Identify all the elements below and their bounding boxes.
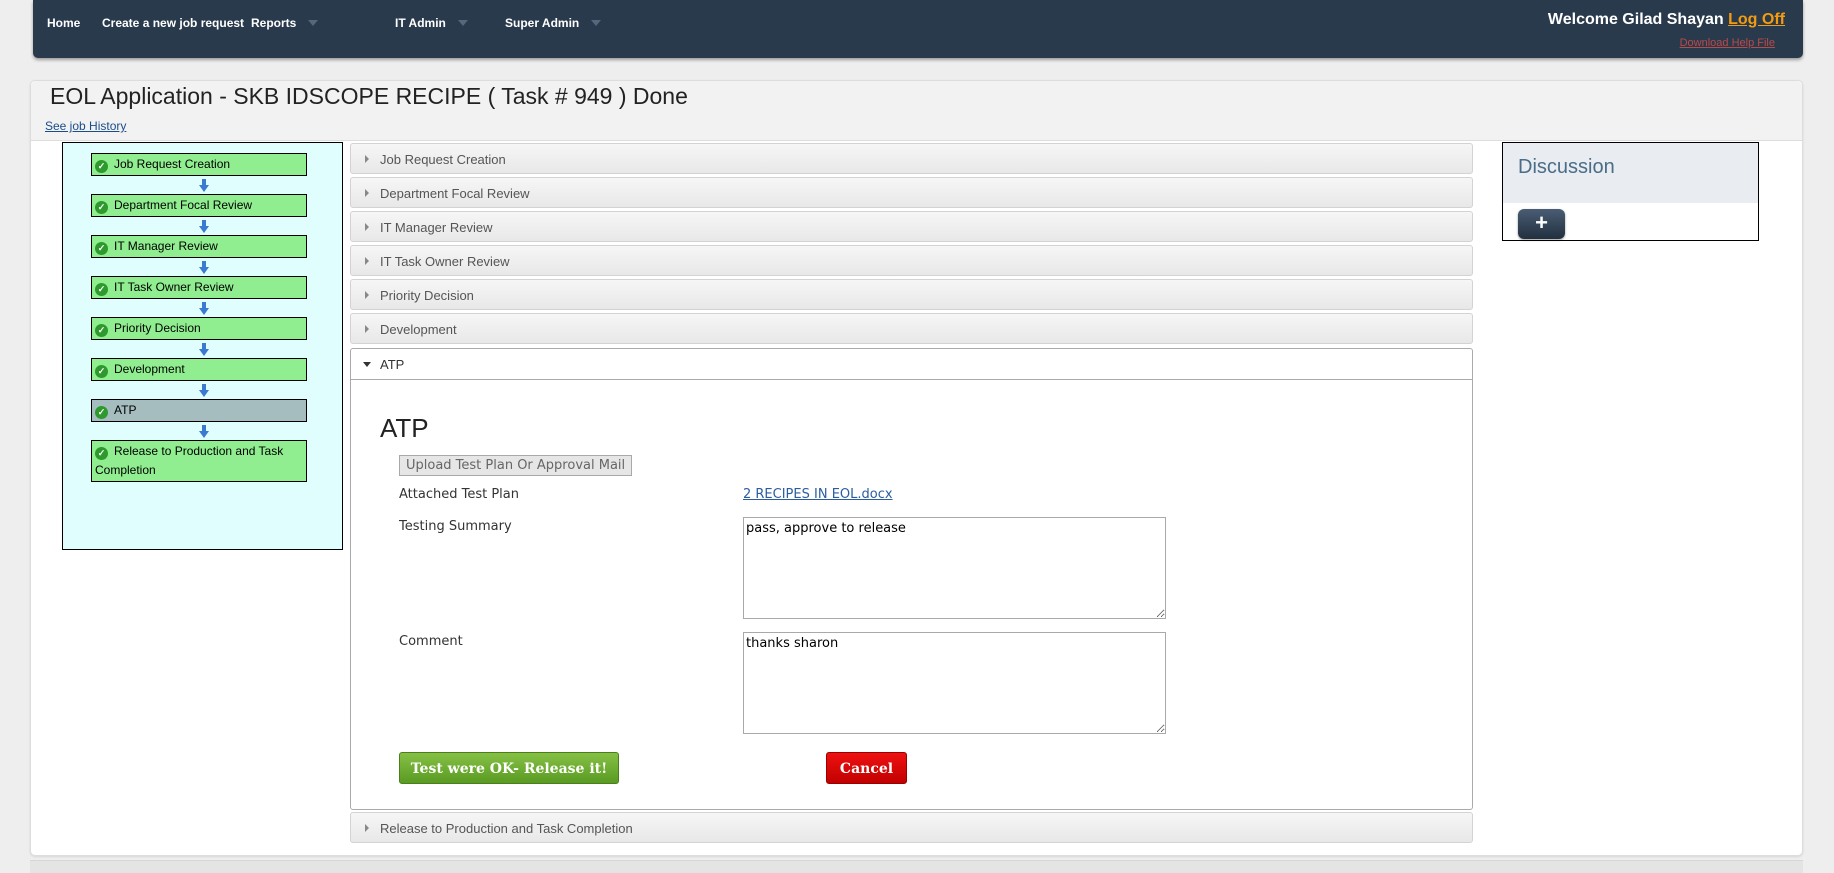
triangle-right-icon: [365, 189, 369, 197]
atp-heading: ATP: [380, 413, 429, 443]
job-history-link[interactable]: See job History: [45, 119, 126, 133]
arrow-down-icon: [199, 425, 209, 438]
nav-it-admin-label: IT Admin: [395, 16, 446, 30]
accordion-label: Priority Decision: [380, 288, 474, 303]
attached-test-plan-label: Attached Test Plan: [399, 487, 519, 502]
check-circle-icon: ✓: [95, 406, 108, 419]
accordion-development[interactable]: Development: [350, 313, 1473, 344]
accordion-release-to-production[interactable]: Release to Production and Task Completio…: [350, 812, 1473, 843]
workflow-step-label: Job Request Creation: [114, 157, 231, 171]
page-title: EOL Application - SKB IDSCOPE RECIPE ( T…: [50, 83, 688, 109]
testing-summary-label: Testing Summary: [399, 519, 512, 534]
accordion-priority-decision[interactable]: Priority Decision: [350, 279, 1473, 310]
workflow-step-label: ATP: [114, 403, 137, 417]
release-button[interactable]: Test were OK- Release it!: [399, 752, 619, 784]
logoff-link[interactable]: Log Off: [1728, 11, 1785, 28]
workflow-step-label: Development: [114, 362, 185, 376]
discussion-header: Discussion: [1503, 143, 1758, 203]
discussion-panel: Discussion +: [1502, 142, 1759, 241]
comment-textarea[interactable]: thanks sharon: [743, 632, 1166, 734]
accordion-label: Job Request Creation: [380, 152, 506, 167]
workflow-step-job-request-creation[interactable]: ✓ Job Request Creation: [91, 153, 307, 176]
check-circle-icon: ✓: [95, 201, 108, 214]
check-circle-icon: ✓: [95, 242, 108, 255]
triangle-right-icon: [365, 223, 369, 231]
check-circle-icon: ✓: [95, 160, 108, 173]
accordion-label: Department Focal Review: [380, 186, 530, 201]
check-circle-icon: ✓: [95, 447, 108, 460]
comment-label: Comment: [399, 634, 463, 649]
chevron-down-icon: [591, 19, 602, 26]
accordion-label: IT Task Owner Review: [380, 254, 510, 269]
attached-file-link[interactable]: 2 RECIPES IN EOL.docx: [743, 487, 893, 502]
workflow-step-label: Priority Decision: [114, 321, 201, 335]
arrow-down-icon: [199, 179, 209, 192]
nav-it-admin[interactable]: IT Admin: [395, 16, 468, 30]
add-discussion-button[interactable]: +: [1518, 209, 1565, 239]
workflow-step-release-to-production[interactable]: ✓ Release to Production and Task Completi…: [91, 440, 307, 482]
workflow-step-label: Department Focal Review: [114, 198, 253, 212]
nav-super-admin[interactable]: Super Admin: [505, 16, 602, 30]
triangle-down-icon: [363, 362, 371, 367]
workflow-step-development[interactable]: ✓ Development: [91, 358, 307, 381]
workflow-step-priority-decision[interactable]: ✓ Priority Decision: [91, 317, 307, 340]
discussion-title: Discussion: [1518, 156, 1615, 178]
footer-strip: [30, 860, 1803, 873]
nav-home-label: Home: [47, 16, 81, 30]
triangle-right-icon: [365, 155, 369, 163]
nav-create-job-request-label: Create a new job request: [102, 16, 245, 30]
page-header: EOL Application - SKB IDSCOPE RECIPE ( T…: [31, 81, 1802, 141]
workflow-step-it-manager-review[interactable]: ✓ IT Manager Review: [91, 235, 307, 258]
accordion-department-focal-review[interactable]: Department Focal Review: [350, 177, 1473, 208]
download-help-link[interactable]: Download Help File: [1680, 37, 1775, 49]
accordion-job-request-creation[interactable]: Job Request Creation: [350, 143, 1473, 174]
arrow-down-icon: [199, 261, 209, 274]
check-circle-icon: ✓: [95, 365, 108, 378]
welcome-area: Welcome Gilad Shayan Log Off: [1548, 11, 1785, 29]
workflow-step-label: IT Task Owner Review: [114, 280, 234, 294]
accordion-label: ATP: [380, 357, 405, 372]
arrow-down-icon: [199, 343, 209, 356]
accordion-it-manager-review[interactable]: IT Manager Review: [350, 211, 1473, 242]
workflow-step-department-focal-review[interactable]: ✓ Department Focal Review: [91, 194, 307, 217]
check-circle-icon: ✓: [95, 324, 108, 337]
arrow-down-icon: [199, 220, 209, 233]
arrow-down-icon: [199, 384, 209, 397]
triangle-right-icon: [365, 325, 369, 333]
triangle-right-icon: [365, 291, 369, 299]
accordion-label: IT Manager Review: [380, 220, 493, 235]
accordion-atp-header[interactable]: ATP: [351, 349, 1472, 380]
nav-reports[interactable]: Reports: [251, 16, 319, 30]
accordion-atp-panel: ATP ATP Upload Test Plan Or Approval Mai…: [350, 348, 1473, 810]
triangle-right-icon: [365, 824, 369, 832]
main-panel: EOL Application - SKB IDSCOPE RECIPE ( T…: [30, 80, 1803, 856]
workflow-step-label: IT Manager Review: [114, 239, 218, 253]
accordion-label: Release to Production and Task Completio…: [380, 821, 633, 836]
check-circle-icon: ✓: [95, 283, 108, 296]
triangle-right-icon: [365, 257, 369, 265]
workflow-step-it-task-owner-review[interactable]: ✓ IT Task Owner Review: [91, 276, 307, 299]
top-navbar: Home Create a new job request Reports IT…: [33, 0, 1803, 58]
nav-super-admin-label: Super Admin: [505, 16, 580, 30]
workflow-step-atp[interactable]: ✓ ATP: [91, 399, 307, 422]
nav-home[interactable]: Home: [47, 16, 80, 30]
upload-test-plan-button[interactable]: Upload Test Plan Or Approval Mail: [399, 455, 633, 476]
accordion-it-task-owner-review[interactable]: IT Task Owner Review: [350, 245, 1473, 276]
nav-reports-label: Reports: [251, 16, 297, 30]
nav-create-job-request[interactable]: Create a new job request: [102, 16, 244, 30]
workflow-step-label: Release to Production and Task Completio…: [95, 444, 284, 477]
welcome-text: Welcome Gilad Shayan: [1547, 11, 1724, 28]
accordion-label: Development: [380, 322, 457, 337]
arrow-down-icon: [199, 302, 209, 315]
chevron-down-icon: [308, 19, 319, 26]
testing-summary-textarea[interactable]: pass, approve to release: [743, 517, 1166, 619]
chevron-down-icon: [457, 19, 468, 26]
workflow-sidebar: ✓ Job Request Creation ✓ Department Focal …: [62, 142, 343, 550]
cancel-button[interactable]: Cancel: [826, 752, 907, 784]
